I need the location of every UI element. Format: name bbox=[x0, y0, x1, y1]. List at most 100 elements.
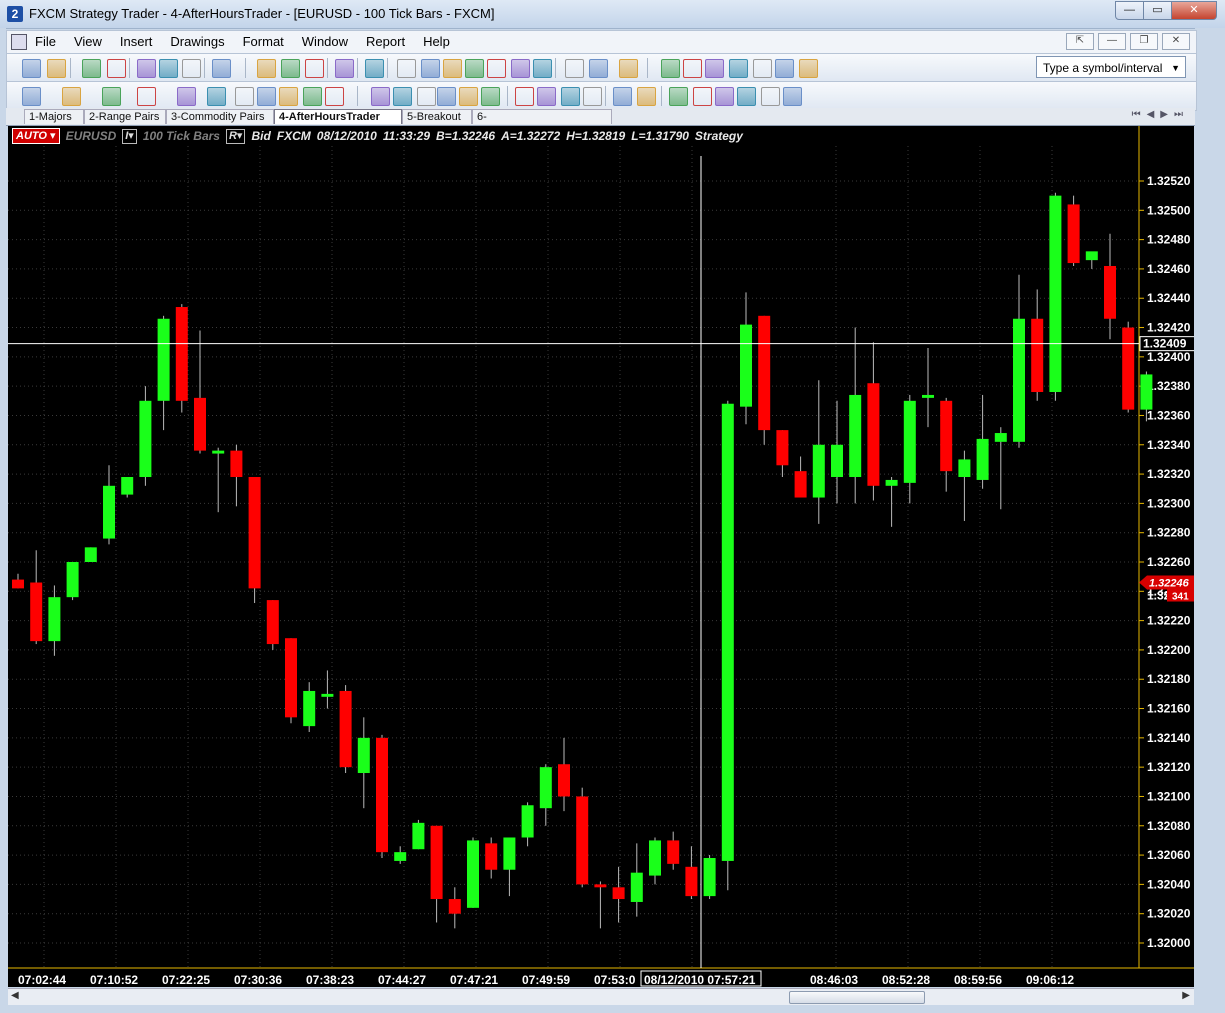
main-tool-1-icon[interactable] bbox=[47, 59, 66, 78]
draw-tool-8-icon[interactable] bbox=[279, 87, 298, 106]
main-tool-24-icon[interactable] bbox=[683, 59, 702, 78]
draw-tool-21-icon[interactable] bbox=[613, 87, 632, 106]
main-tool-0-icon[interactable] bbox=[22, 59, 41, 78]
app-logo-icon: 2 bbox=[7, 6, 23, 22]
main-tool-12-icon[interactable] bbox=[365, 59, 384, 78]
main-tool-7-icon[interactable] bbox=[212, 59, 231, 78]
draw-tool-18-icon[interactable] bbox=[537, 87, 556, 106]
draw-tool-4-icon[interactable] bbox=[177, 87, 196, 106]
menu-item-format[interactable]: Format bbox=[243, 34, 284, 49]
draw-tool-7-icon[interactable] bbox=[257, 87, 276, 106]
symbol-input[interactable]: Type a symbol/interval ▼ bbox=[1036, 56, 1186, 78]
main-tool-17-icon[interactable] bbox=[487, 59, 506, 78]
draw-tool-24-icon[interactable] bbox=[693, 87, 712, 106]
main-tool-4-icon[interactable] bbox=[137, 59, 156, 78]
menu-item-view[interactable]: View bbox=[74, 34, 102, 49]
main-tool-20-icon[interactable] bbox=[565, 59, 584, 78]
tab-6-gridstrategiesworkspace[interactable]: 6-GridStrategiesWorkspace bbox=[472, 109, 612, 138]
draw-tool-19-icon[interactable] bbox=[561, 87, 580, 106]
draw-tool-14-icon[interactable] bbox=[437, 87, 456, 106]
mdi-close-button[interactable]: ✕ bbox=[1162, 33, 1190, 50]
tab-navigation-arrows[interactable]: ⏮◀▶⏭ bbox=[1132, 109, 1189, 120]
close-button[interactable]: ✕ bbox=[1171, 1, 1217, 20]
main-tool-16-icon[interactable] bbox=[465, 59, 484, 78]
auto-trading-badge[interactable]: AUTO ▾ bbox=[12, 128, 60, 144]
draw-tool-12-icon[interactable] bbox=[393, 87, 412, 106]
main-tool-8-icon[interactable] bbox=[257, 59, 276, 78]
tab-5-breakout[interactable]: 5-Breakout bbox=[402, 109, 472, 124]
high-value: H=1.32819 bbox=[566, 129, 626, 143]
main-tool-27-icon[interactable] bbox=[753, 59, 772, 78]
toolbar-separator bbox=[661, 86, 662, 106]
candlestick-chart[interactable]: 1.32520 1.32500 1.32480 1.32460 1.32440 1.324… bbox=[8, 126, 1194, 987]
draw-tool-15-icon[interactable] bbox=[459, 87, 478, 106]
draw-tool-6-icon[interactable] bbox=[235, 87, 254, 106]
draw-tool-25-icon[interactable] bbox=[715, 87, 734, 106]
menu-item-insert[interactable]: Insert bbox=[120, 34, 153, 49]
range-button[interactable]: R▾ bbox=[225, 128, 246, 144]
horizontal-scrollbar[interactable]: ◀ ▶ bbox=[8, 988, 1194, 1005]
chevron-down-icon[interactable]: ▼ bbox=[1171, 57, 1180, 79]
tab-4-afterhourstrader[interactable]: 4-AfterHoursTrader bbox=[274, 109, 402, 124]
main-tool-5-icon[interactable] bbox=[159, 59, 178, 78]
draw-tool-11-icon[interactable] bbox=[371, 87, 390, 106]
main-tool-15-icon[interactable] bbox=[443, 59, 462, 78]
draw-tool-2-icon[interactable] bbox=[102, 87, 121, 106]
main-tool-14-icon[interactable] bbox=[421, 59, 440, 78]
draw-tool-5-icon[interactable] bbox=[207, 87, 226, 106]
menu-item-window[interactable]: Window bbox=[302, 34, 348, 49]
draw-tool-28-icon[interactable] bbox=[783, 87, 802, 106]
draw-tool-16-icon[interactable] bbox=[481, 87, 500, 106]
draw-tool-1-icon[interactable] bbox=[62, 87, 81, 106]
draw-tool-20-icon[interactable] bbox=[583, 87, 602, 106]
chart-info-bar: AUTO ▾ EURUSD I▾ 100 Tick Bars R▾ Bid FX… bbox=[12, 128, 749, 144]
main-tool-2-icon[interactable] bbox=[82, 59, 101, 78]
main-tool-26-icon[interactable] bbox=[729, 59, 748, 78]
draw-tool-26-icon[interactable] bbox=[737, 87, 756, 106]
main-tool-3-icon[interactable] bbox=[107, 59, 126, 78]
candle-up bbox=[922, 394, 934, 398]
menu-item-drawings[interactable]: Drawings bbox=[170, 34, 224, 49]
main-tool-6-icon[interactable] bbox=[182, 59, 201, 78]
minimize-button[interactable]: — bbox=[1115, 1, 1144, 20]
maximize-button[interactable]: ▭ bbox=[1143, 1, 1172, 20]
draw-tool-23-icon[interactable] bbox=[669, 87, 688, 106]
main-tool-25-icon[interactable] bbox=[705, 59, 724, 78]
main-tool-10-icon[interactable] bbox=[305, 59, 324, 78]
draw-tool-17-icon[interactable] bbox=[515, 87, 534, 106]
main-tool-28-icon[interactable] bbox=[775, 59, 794, 78]
main-tool-22-icon[interactable] bbox=[619, 59, 638, 78]
draw-tool-3-icon[interactable] bbox=[137, 87, 156, 106]
window-frame-right bbox=[1195, 28, 1225, 1013]
mdi-float-button[interactable]: ⇱ bbox=[1066, 33, 1094, 50]
menu-item-report[interactable]: Report bbox=[366, 34, 405, 49]
menu-item-file[interactable]: File bbox=[35, 34, 56, 49]
tab-2-range-pairs[interactable]: 2-Range Pairs bbox=[84, 109, 166, 124]
mdi-minimize-button[interactable]: — bbox=[1098, 33, 1126, 50]
menu-item-help[interactable]: Help bbox=[423, 34, 450, 49]
main-tool-11-icon[interactable] bbox=[335, 59, 354, 78]
main-tool-18-icon[interactable] bbox=[511, 59, 530, 78]
x-tick-label: 07:53:0 bbox=[594, 973, 636, 987]
draw-tool-27-icon[interactable] bbox=[761, 87, 780, 106]
draw-tool-13-icon[interactable] bbox=[417, 87, 436, 106]
main-tool-19-icon[interactable] bbox=[533, 59, 552, 78]
indicator-button[interactable]: I▾ bbox=[122, 128, 137, 144]
mdi-restore-button[interactable]: ❐ bbox=[1130, 33, 1158, 50]
draw-tool-0-icon[interactable] bbox=[22, 87, 41, 106]
tab-1-majors[interactable]: 1-Majors bbox=[24, 109, 84, 124]
document-icon[interactable] bbox=[11, 34, 27, 50]
main-tool-13-icon[interactable] bbox=[397, 59, 416, 78]
draw-tool-10-icon[interactable] bbox=[325, 87, 344, 106]
main-tool-29-icon[interactable] bbox=[799, 59, 818, 78]
main-tool-23-icon[interactable] bbox=[661, 59, 680, 78]
scroll-right-icon[interactable]: ▶ bbox=[1182, 990, 1190, 1001]
scroll-left-icon[interactable]: ◀ bbox=[11, 990, 19, 1001]
tab-3-commodity-pairs[interactable]: 3-Commodity Pairs bbox=[166, 109, 274, 124]
draw-tool-22-icon[interactable] bbox=[637, 87, 656, 106]
scrollbar-thumb[interactable] bbox=[789, 991, 925, 1004]
main-tool-9-icon[interactable] bbox=[281, 59, 300, 78]
draw-tool-9-icon[interactable] bbox=[303, 87, 322, 106]
chart-area[interactable]: 1.32520 1.32500 1.32480 1.32460 1.32440 1.324… bbox=[8, 126, 1194, 987]
main-tool-21-icon[interactable] bbox=[589, 59, 608, 78]
